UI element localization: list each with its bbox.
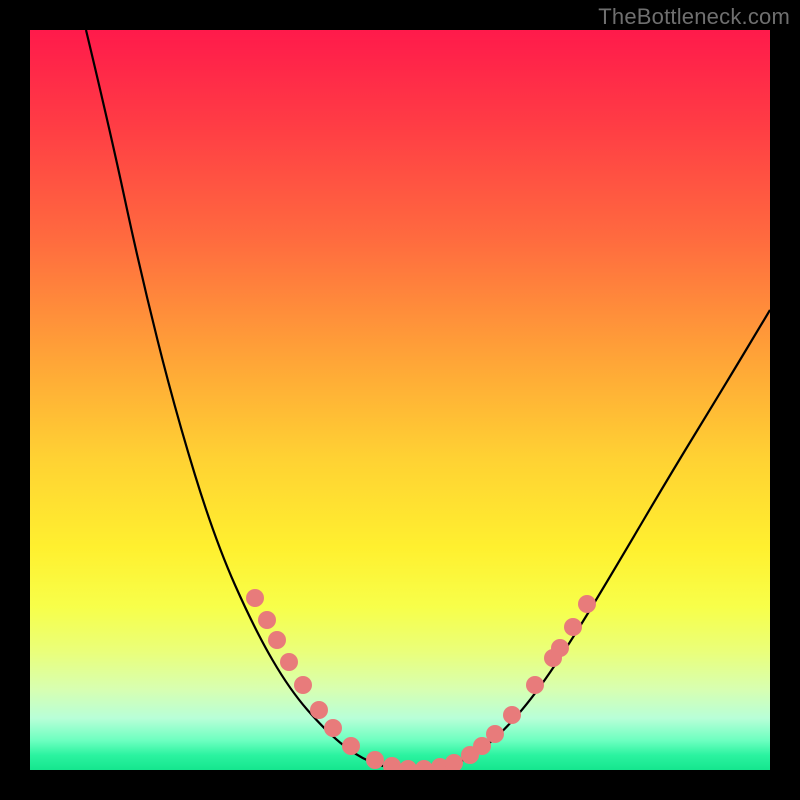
scatter-dots: [246, 589, 596, 770]
plot-area: [30, 30, 770, 770]
scatter-dot: [445, 754, 463, 770]
scatter-dot: [324, 719, 342, 737]
bottleneck-curve: [86, 30, 770, 769]
scatter-dot: [294, 676, 312, 694]
scatter-dot: [526, 676, 544, 694]
scatter-dot: [399, 760, 417, 770]
scatter-dot: [486, 725, 504, 743]
watermark-text: TheBottleneck.com: [598, 4, 790, 30]
scatter-dot: [310, 701, 328, 719]
scatter-dot: [246, 589, 264, 607]
scatter-dot: [366, 751, 384, 769]
scatter-dot: [415, 760, 433, 770]
scatter-dot: [503, 706, 521, 724]
chart-svg: [30, 30, 770, 770]
scatter-dot: [383, 757, 401, 770]
scatter-dot: [551, 639, 569, 657]
scatter-dot: [342, 737, 360, 755]
scatter-dot: [258, 611, 276, 629]
scatter-dot: [268, 631, 286, 649]
scatter-dot: [564, 618, 582, 636]
scatter-dot: [578, 595, 596, 613]
chart-frame: TheBottleneck.com: [0, 0, 800, 800]
scatter-dot: [280, 653, 298, 671]
